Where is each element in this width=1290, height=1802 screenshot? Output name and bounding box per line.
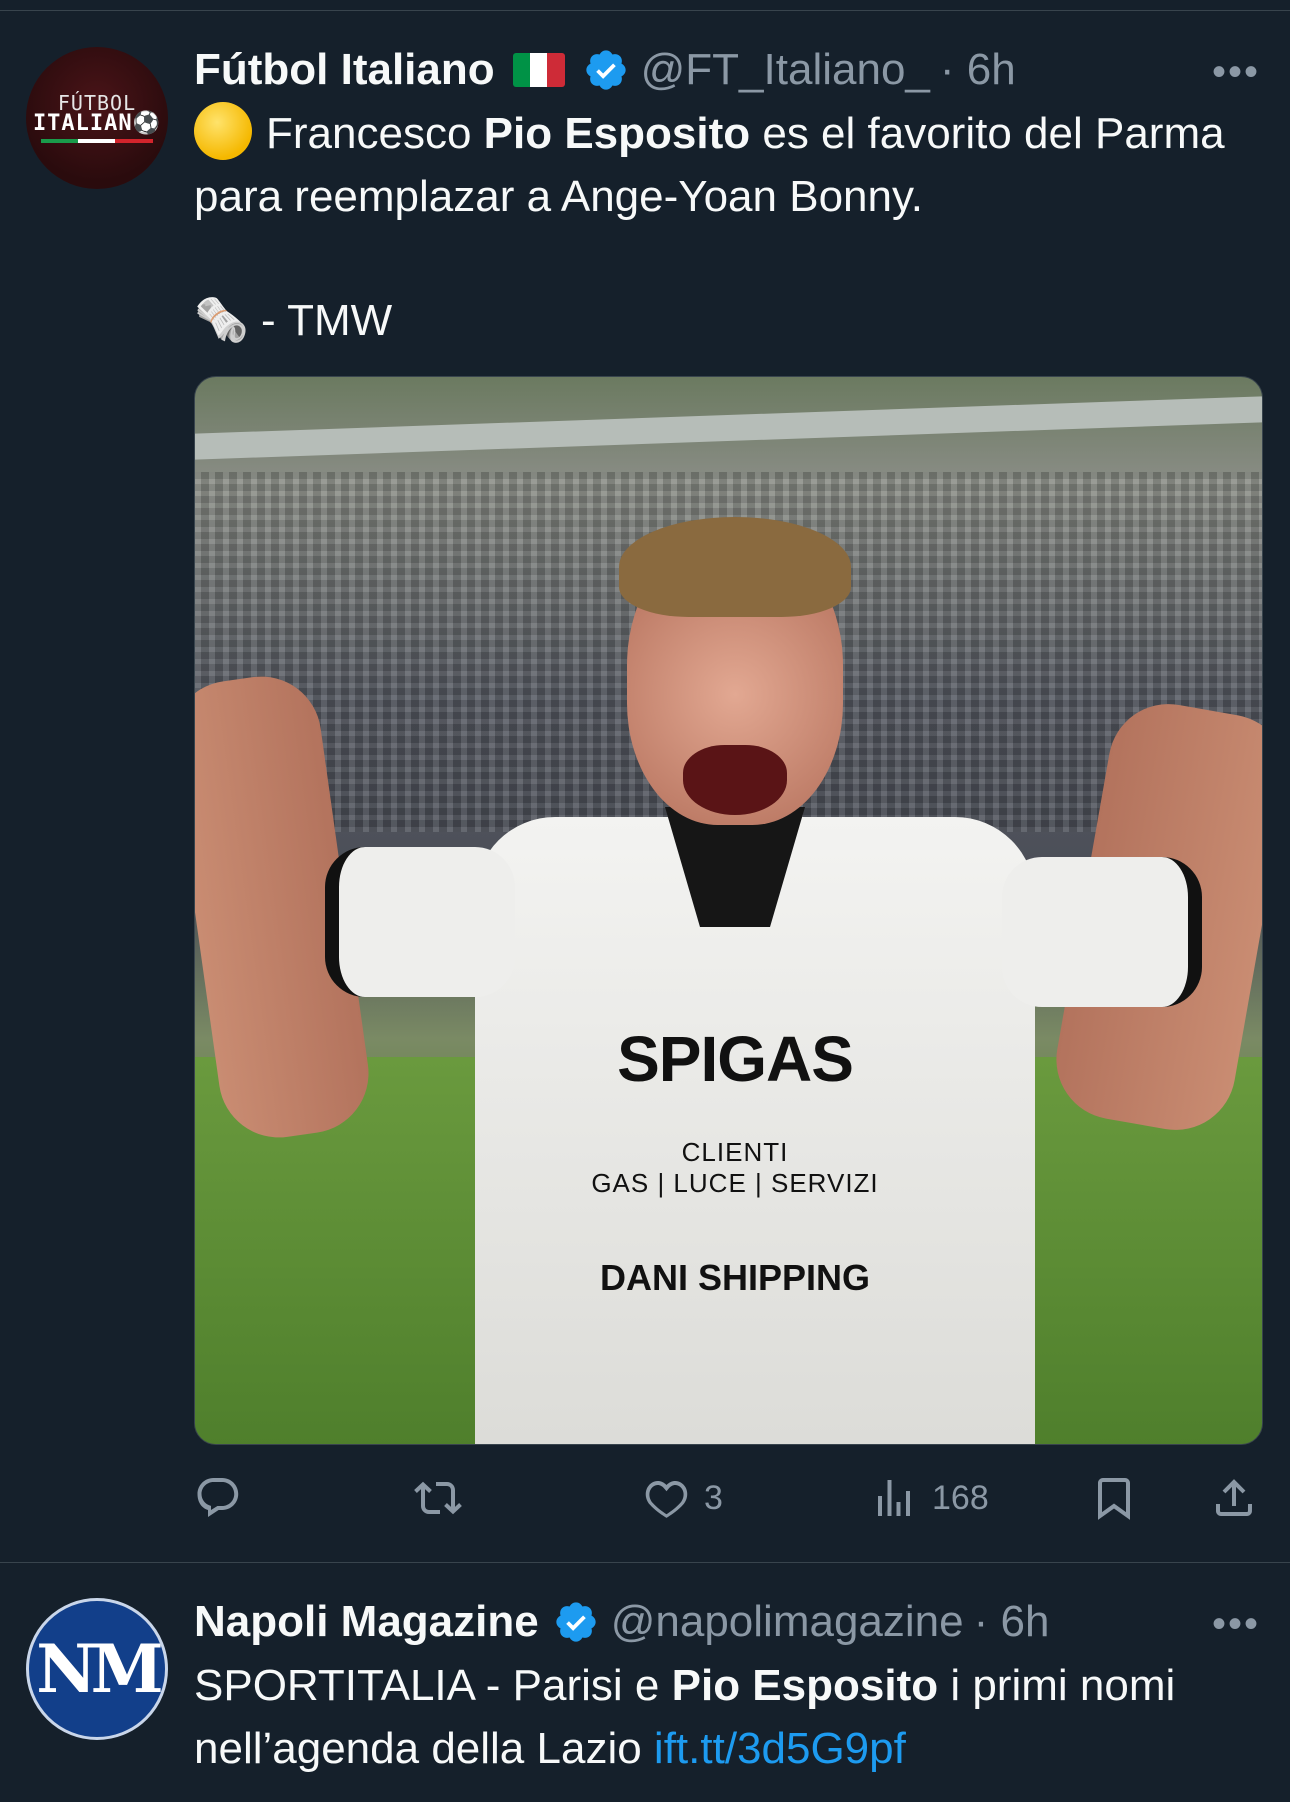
shirt-sponsor-clienti: CLIENTI [681,1137,789,1167]
shirt-sponsor-main: SPIGAS [617,1023,854,1095]
views-button[interactable]: 168 [870,1474,989,1522]
action-bar: 3 168 [194,1468,1263,1528]
tweet-image[interactable]: SPIGAS CLIENTI GAS | LUCE | SERVIZI DANI… [194,376,1263,1445]
display-name[interactable]: Napoli Magazine [194,1597,539,1647]
nm-logo: NM [36,1630,163,1708]
verified-icon [585,50,626,90]
retweet-icon [414,1481,462,1515]
avatar[interactable]: NM [26,1598,168,1740]
source-text: - TMW [248,296,393,345]
bookmark-button[interactable] [1090,1474,1138,1522]
views-count: 168 [932,1478,989,1517]
logo-line-1: FÚTBOL [57,91,137,115]
timestamp[interactable]: · 6h [974,1597,1050,1647]
flag-green [512,53,530,87]
text-part-1: Francesco [266,109,484,158]
handle[interactable]: @napolimagazine [611,1597,964,1647]
tweet-text: SPORTITALIA - Parisi e Pio Esposito i pr… [194,1654,1254,1780]
text-bold-name: Pio Esposito [671,1661,939,1710]
tweet-header: Fútbol Italiano @FT_Italiano_ · 6h [194,42,1016,98]
tweet-source: 🗞️ - TMW [194,289,1254,352]
reply-icon [197,1478,239,1517]
shirt-sponsor-second: DANI SHIPPING [599,1257,871,1298]
italy-flag-icon [512,53,565,87]
tweet-header: Napoli Magazine @napolimagazine · 6h [194,1594,1049,1650]
tweet-text: Francesco Pio Esposito es el favorito de… [194,102,1254,228]
like-count: 3 [704,1478,723,1517]
like-button[interactable]: 3 [642,1474,723,1522]
logo-line-2: ITALIAN⚽ [32,111,162,136]
logo-stripe [40,139,153,143]
ft-logo: FÚTBOL ITALIAN⚽ [33,93,161,143]
bookmark-icon [1098,1478,1130,1520]
timestamp[interactable]: · 6h [940,45,1016,95]
player-left-sleeve [325,847,515,997]
player-hair [619,517,851,617]
avatar[interactable]: FÚTBOL ITALIAN⚽ [26,47,168,189]
shirt-sponsor-sub: CLIENTI GAS | LUCE | SERVIZI [525,1137,945,1199]
tweet-link[interactable]: ift.tt/3d5G9pf [654,1724,906,1773]
display-name[interactable]: Fútbol Italiano [194,45,495,95]
share-icon [1216,1479,1252,1516]
newspaper-icon: 🗞️ [194,296,249,345]
flag-white [529,53,548,87]
views-icon [878,1480,910,1516]
retweet-button[interactable] [414,1474,476,1522]
flag-red [547,53,565,87]
tweet-futbol-italiano[interactable]: FÚTBOL ITALIAN⚽ Fútbol Italiano @FT_Ital… [0,0,1290,1562]
more-icon[interactable]: ••• [1212,1604,1260,1644]
player-mouth [683,745,787,815]
handle[interactable]: @FT_Italiano_ [641,45,930,95]
share-button[interactable] [1210,1474,1258,1522]
yellow-circle-icon [194,102,252,160]
text-bold-name: Pio Esposito [483,109,751,158]
verified-icon [556,1602,596,1642]
reply-button[interactable] [194,1474,256,1522]
shirt-sponsor-services: GAS | LUCE | SERVIZI [591,1168,879,1198]
stadium-roof [195,396,1262,460]
more-icon[interactable]: ••• [1212,52,1260,92]
player-right-sleeve [1002,857,1202,1007]
text-part-1: SPORTITALIA - Parisi e [194,1661,672,1710]
like-icon [645,1480,688,1518]
